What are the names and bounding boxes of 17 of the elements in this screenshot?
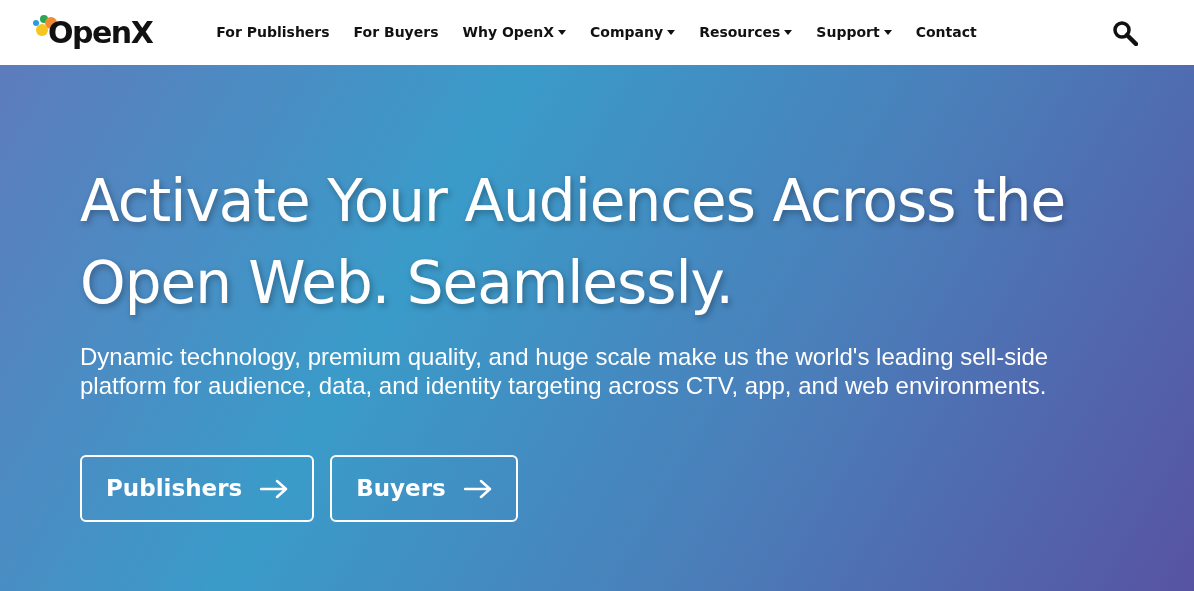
nav-link[interactable]: For Publishers: [216, 22, 330, 43]
hero-subheading: Dynamic technology, premium quality, and huge scale make us the world's leading sell-side platform for audience, data, and identity targeting across CTV, app, and web environments.: [80, 342, 1050, 401]
arrow-icon: [463, 478, 492, 499]
nav-link[interactable]: Resources: [699, 22, 793, 43]
nav-link[interactable]: Company: [590, 22, 676, 43]
caret-icon: [667, 30, 676, 35]
nav-link[interactable]: Support: [816, 22, 892, 43]
logo[interactable]: OpenX: [48, 17, 153, 48]
caret-icon: [558, 30, 567, 35]
caret-icon: [784, 30, 793, 35]
nav-link[interactable]: Why OpenX: [462, 22, 567, 43]
nav-link[interactable]: For Buyers: [353, 22, 439, 43]
caret-icon: [883, 30, 892, 35]
arrow-icon: [260, 478, 289, 499]
hero-heading: Activate Your Audiences Across the Open Web. Seamlessly.: [80, 166, 1067, 320]
search-icon[interactable]: [1112, 19, 1138, 46]
nav-link[interactable]: Contact: [915, 22, 977, 43]
